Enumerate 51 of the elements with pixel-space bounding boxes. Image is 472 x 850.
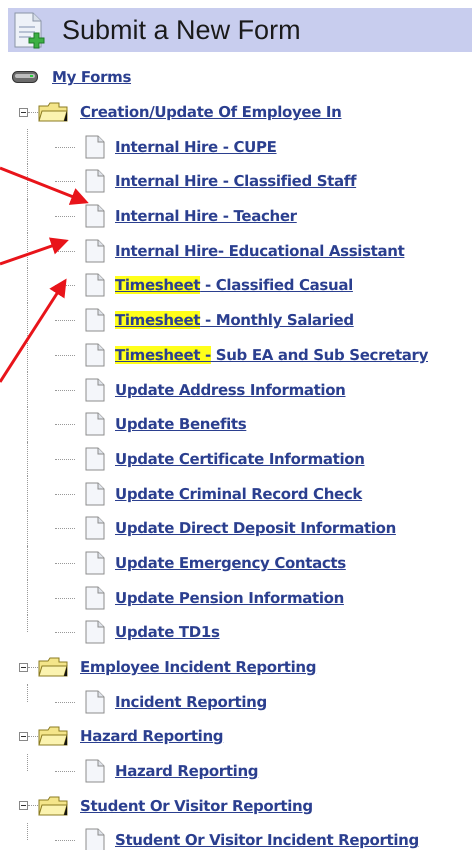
folder-link[interactable]: Creation/Update Of Employee In <box>80 103 342 122</box>
collapse-toggle[interactable] <box>19 801 28 810</box>
page-title: Submit a New Form <box>62 14 301 46</box>
form-link[interactable]: Update Criminal Record Check <box>115 484 362 503</box>
folder-link[interactable]: Employee Incident Reporting <box>80 658 316 676</box>
form-add-icon <box>12 11 46 49</box>
arrow-drawing <box>0 237 69 266</box>
document-icon <box>85 238 105 263</box>
document-icon <box>85 134 105 159</box>
document-icon <box>85 169 105 194</box>
folder-link[interactable]: Hazard Reporting <box>80 727 224 746</box>
form-link[interactable]: Student Or Visitor Incident Reporting <box>115 831 419 850</box>
document-icon <box>85 273 105 298</box>
tree-root-link[interactable]: My Forms <box>52 68 132 86</box>
form-link[interactable]: Hazard Reporting <box>115 762 258 780</box>
document-icon <box>85 482 105 506</box>
form-link[interactable]: Update Pension Information <box>115 588 344 607</box>
form-link[interactable]: Internal Hire - Classified Staff <box>115 172 356 190</box>
collapse-toggle[interactable] <box>19 108 28 117</box>
document-icon <box>85 378 105 402</box>
form-link[interactable]: Internal Hire- Educational Assistant <box>115 242 404 260</box>
form-link[interactable]: Update Certificate Information <box>115 450 365 468</box>
form-link[interactable]: Update TD1s <box>115 623 220 642</box>
folder-icon <box>38 796 68 816</box>
form-link[interactable]: Update Direct Deposit Information <box>115 519 396 538</box>
document-icon <box>85 308 105 332</box>
document-icon <box>85 204 105 228</box>
document-icon <box>85 446 105 471</box>
drive-icon <box>12 71 38 84</box>
document-icon <box>85 759 105 784</box>
document-icon <box>85 516 105 540</box>
form-link[interactable]: Incident Reporting <box>115 692 267 711</box>
form-link[interactable]: Update Benefits <box>115 415 246 434</box>
form-link[interactable]: Update Address Information <box>115 380 346 399</box>
document-icon <box>85 690 105 714</box>
document-icon <box>85 550 105 575</box>
document-icon <box>85 828 105 850</box>
folder-icon <box>38 726 68 746</box>
document-icon <box>85 620 105 644</box>
folder-link[interactable]: Student Or Visitor Reporting <box>80 796 313 815</box>
form-link[interactable]: Timesheet - Sub EA and Sub Secretary <box>115 346 428 364</box>
collapse-toggle[interactable] <box>19 662 28 672</box>
folder-icon <box>38 657 68 678</box>
folder-icon <box>38 102 68 122</box>
document-icon <box>85 342 105 367</box>
document-icon <box>85 412 105 436</box>
form-link[interactable]: Update Emergency Contacts <box>115 554 346 572</box>
document-icon <box>85 586 105 610</box>
form-link[interactable]: Internal Hire - Teacher <box>115 207 297 226</box>
collapse-toggle[interactable] <box>19 732 28 741</box>
form-link[interactable]: Internal Hire - CUPE <box>115 138 277 156</box>
